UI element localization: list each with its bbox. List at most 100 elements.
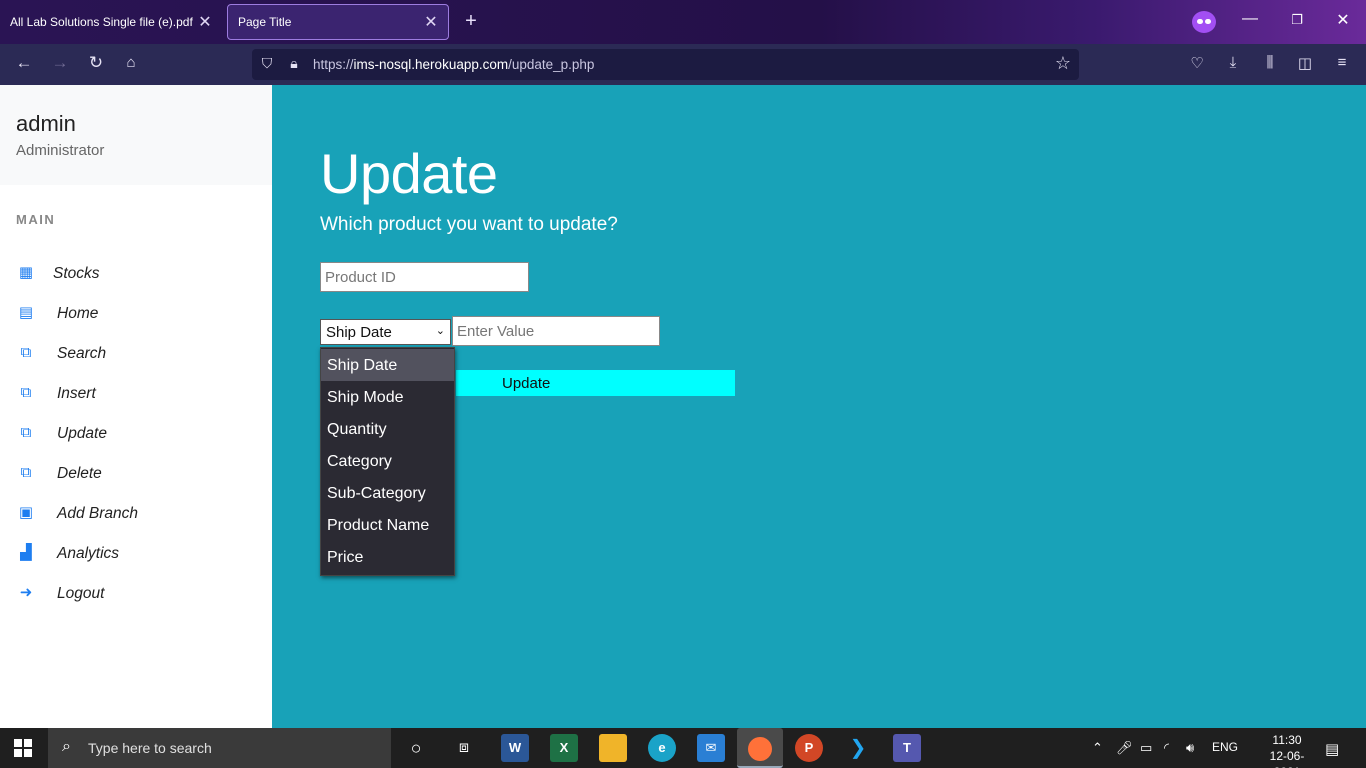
browser-nav-bar: ← → ↻ ⌂ ⛉ 🔒︎ https://ims-nosql.herokuapp… xyxy=(0,44,1366,85)
wifi-icon[interactable]: ◜ xyxy=(1164,740,1169,756)
sidebar-item-label: Home xyxy=(57,305,99,322)
library-icon[interactable]: ⫼ xyxy=(1259,54,1281,71)
url-bar[interactable]: ⛉ 🔒︎ https://ims-nosql.herokuapp.com/upd… xyxy=(252,49,1079,80)
shield-icon[interactable]: ⛉ xyxy=(258,55,276,72)
restore-icon[interactable]: ❐ xyxy=(1285,12,1309,28)
user-profile: admin Administrator xyxy=(0,85,272,185)
sidebar-item-search[interactable]: ⧉ Search xyxy=(0,339,272,369)
sidebar-item-label: Search xyxy=(57,345,107,362)
tab-label: Page Title xyxy=(238,15,292,29)
grid-icon: ▦ xyxy=(18,264,34,281)
clock-date: 12-06-2021 xyxy=(1269,749,1305,768)
tab-pdf[interactable]: All Lab Solutions Single file (e).pdf ✕ xyxy=(0,4,222,40)
volume-icon[interactable]: 🔊︎ xyxy=(1186,740,1194,756)
forward-icon[interactable]: → xyxy=(48,53,72,73)
minimize-icon[interactable]: — xyxy=(1238,10,1262,28)
language-indicator[interactable]: ENG xyxy=(1212,740,1238,754)
search-icon: ⌕ xyxy=(62,738,71,755)
page-title: Update xyxy=(320,142,498,205)
tab-label: All Lab Solutions Single file (e).pdf xyxy=(10,15,193,29)
url-scheme: https:// xyxy=(313,57,354,72)
url-path: /update_p.php xyxy=(508,57,595,72)
url-host: ims-nosql.herokuapp.com xyxy=(353,57,509,72)
sidebar-item-update[interactable]: ⧉ Update xyxy=(0,419,272,449)
taskbar-search-placeholder: Type here to search xyxy=(88,740,212,756)
powerpoint-icon[interactable]: P xyxy=(795,734,823,762)
teams-icon[interactable]: T xyxy=(893,734,921,762)
dropdown-option-ship-mode[interactable]: Ship Mode xyxy=(321,381,454,413)
sidebar-item-analytics[interactable]: ▟ Analytics xyxy=(0,539,272,569)
task-view-icon[interactable]: ⧈ xyxy=(450,734,478,762)
excel-icon[interactable]: X xyxy=(550,734,578,762)
pocket-icon[interactable]: ♡ xyxy=(1186,54,1208,72)
lock-icon[interactable]: 🔒︎ xyxy=(285,55,303,72)
page-subtitle: Which product you want to update? xyxy=(320,214,618,235)
cubes-icon: ⧉ xyxy=(20,464,32,481)
mail-icon[interactable]: ✉ xyxy=(697,734,725,762)
taskbar-search[interactable]: ⌕ Type here to search xyxy=(48,728,391,768)
word-icon[interactable]: W xyxy=(501,734,529,762)
chevron-up-icon[interactable]: ⌃ xyxy=(1092,740,1103,756)
sidebar: admin Administrator MAIN ▦ Stocks ▤ Home… xyxy=(0,85,272,728)
user-name: admin xyxy=(16,111,76,136)
value-input[interactable] xyxy=(452,316,660,346)
product-id-input[interactable] xyxy=(320,262,529,292)
tab-page-title[interactable]: Page Title ✕ xyxy=(227,4,449,40)
bookmark-star-icon[interactable]: ☆ xyxy=(1055,53,1071,74)
battery-icon[interactable]: ▭ xyxy=(1140,740,1152,756)
sidebar-item-label: Add Branch xyxy=(57,505,138,522)
sidebar-item-home[interactable]: ▤ Home xyxy=(0,299,272,329)
chevron-down-icon: ⌄ xyxy=(435,325,445,337)
download-icon[interactable]: ⤓ xyxy=(1222,54,1244,71)
back-icon[interactable]: ← xyxy=(12,53,36,73)
dropdown-option-sub-category[interactable]: Sub-Category xyxy=(321,477,454,509)
sidebar-item-insert[interactable]: ⧉ Insert xyxy=(0,379,272,409)
sidebar-item-stocks[interactable]: ▦ Stocks xyxy=(0,259,272,289)
sidebar-item-label: Update xyxy=(57,425,107,442)
home-icon[interactable]: ⌂ xyxy=(119,54,143,71)
file-explorer-icon[interactable] xyxy=(599,734,627,762)
id-card-icon: ▤ xyxy=(18,304,34,321)
url-text[interactable]: https://ims-nosql.herokuapp.com/update_p… xyxy=(313,57,594,72)
new-tab-icon[interactable]: + xyxy=(460,10,482,33)
microphone-icon[interactable]: 🎤︎ xyxy=(1116,740,1133,756)
cubes-icon: ⧉ xyxy=(20,384,32,401)
sidebar-item-logout[interactable]: ➜ Logout xyxy=(0,579,272,609)
clock[interactable]: 11:30 12-06-2021 xyxy=(1262,732,1312,768)
cubes-icon: ⧉ xyxy=(20,344,32,361)
edge-icon[interactable]: e xyxy=(648,734,676,762)
window-close-icon[interactable]: ✕ xyxy=(1331,10,1355,30)
field-select-dropdown: Ship Date Ship Mode Quantity Category Su… xyxy=(320,347,455,576)
sidebar-item-label: Analytics xyxy=(57,545,120,562)
vscode-icon[interactable]: ❯ xyxy=(844,734,872,762)
cortana-icon[interactable]: ○ xyxy=(402,734,430,762)
sidebar-item-label: Insert xyxy=(57,385,96,402)
update-button[interactable]: Update xyxy=(456,370,735,396)
user-role: Administrator xyxy=(16,142,105,159)
sign-out-icon: ➜ xyxy=(19,584,33,601)
sidebar-item-add-branch[interactable]: ▣ Add Branch xyxy=(0,499,272,529)
reload-icon[interactable]: ↻ xyxy=(84,53,108,73)
dropdown-option-quantity[interactable]: Quantity xyxy=(321,413,454,445)
sidebar-item-label: Delete xyxy=(57,465,102,482)
menu-icon[interactable]: ≡ xyxy=(1331,54,1353,71)
close-icon[interactable]: ✕ xyxy=(198,12,212,32)
dropdown-option-ship-date[interactable]: Ship Date xyxy=(321,349,454,381)
notification-icon[interactable]: ▤ xyxy=(1325,740,1339,758)
field-select-value: Ship Date xyxy=(326,324,392,341)
sidebar-toggle-icon[interactable]: ◫ xyxy=(1294,54,1316,72)
sidebar-item-label: Logout xyxy=(57,585,105,602)
private-browsing-icon xyxy=(1192,11,1216,33)
close-icon[interactable]: ✕ xyxy=(424,12,438,32)
dropdown-option-price[interactable]: Price xyxy=(321,541,454,573)
browser-tab-bar: All Lab Solutions Single file (e).pdf ✕ … xyxy=(0,0,1366,44)
dropdown-option-category[interactable]: Category xyxy=(321,445,454,477)
field-select[interactable]: Ship Date ⌄ xyxy=(320,319,451,345)
bar-chart-icon: ▟ xyxy=(20,544,32,561)
cubes-icon: ⧉ xyxy=(20,424,32,441)
firefox-icon[interactable] xyxy=(737,728,783,768)
dropdown-option-product-name[interactable]: Product Name xyxy=(321,509,454,541)
main-content: Update Which product you want to update?… xyxy=(272,85,1366,728)
sidebar-item-delete[interactable]: ⧉ Delete xyxy=(0,459,272,489)
windows-start-icon[interactable] xyxy=(14,739,32,757)
